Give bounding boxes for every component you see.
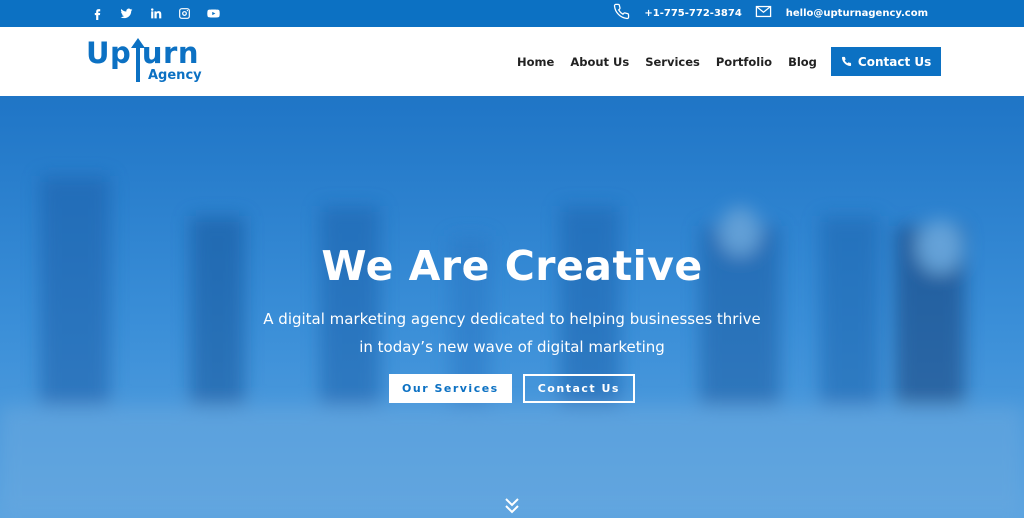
- top-bar: +1-775-772-3874 hello@upturnagency.com: [0, 0, 1024, 27]
- phone-icon: [613, 3, 630, 24]
- hero-buttons: Our Services Contact Us: [0, 374, 1024, 403]
- hero-title: We Are Creative: [321, 242, 703, 290]
- hero-subtitle-line-1: A digital marketing agency dedicated to …: [263, 310, 761, 328]
- nav-about-us[interactable]: About Us: [570, 55, 629, 69]
- nav-services[interactable]: Services: [645, 55, 700, 69]
- linkedin-icon[interactable]: [146, 5, 164, 23]
- nav-blog[interactable]: Blog: [788, 55, 817, 69]
- contact-us-label: Contact Us: [857, 54, 932, 69]
- nav-home[interactable]: Home: [517, 55, 554, 69]
- contact-info: +1-775-772-3874 hello@upturnagency.com: [613, 0, 928, 27]
- phone-icon: [841, 56, 851, 67]
- site-header: Up urn Agency Home About Us Services Por…: [0, 27, 1024, 96]
- chevron-double-down-icon[interactable]: [502, 496, 522, 516]
- nav-portfolio[interactable]: Portfolio: [716, 55, 772, 69]
- social-links: [88, 0, 222, 27]
- logo-arrow-icon: [131, 38, 145, 82]
- twitter-icon[interactable]: [117, 5, 135, 23]
- contact-us-button[interactable]: Contact Us: [830, 47, 942, 76]
- hero-background-image: [0, 96, 1024, 518]
- facebook-icon[interactable]: [88, 5, 106, 23]
- logo[interactable]: Up urn Agency: [86, 37, 206, 87]
- logo-subtitle: Agency: [148, 68, 202, 83]
- instagram-icon[interactable]: [175, 5, 193, 23]
- mail-icon: [755, 3, 772, 24]
- hero-section: We Are Creative A digital marketing agen…: [0, 96, 1024, 518]
- youtube-icon[interactable]: [204, 5, 222, 23]
- our-services-button[interactable]: Our Services: [389, 374, 512, 403]
- main-nav: Home About Us Services Portfolio Blog Co…: [517, 27, 942, 96]
- phone-number-link[interactable]: +1-775-772-3874: [644, 8, 741, 19]
- email-link[interactable]: hello@upturnagency.com: [786, 8, 928, 19]
- hero-subtitle-line-2: in today’s new wave of digital marketing: [359, 338, 665, 356]
- hero-contact-us-button[interactable]: Contact Us: [522, 374, 635, 403]
